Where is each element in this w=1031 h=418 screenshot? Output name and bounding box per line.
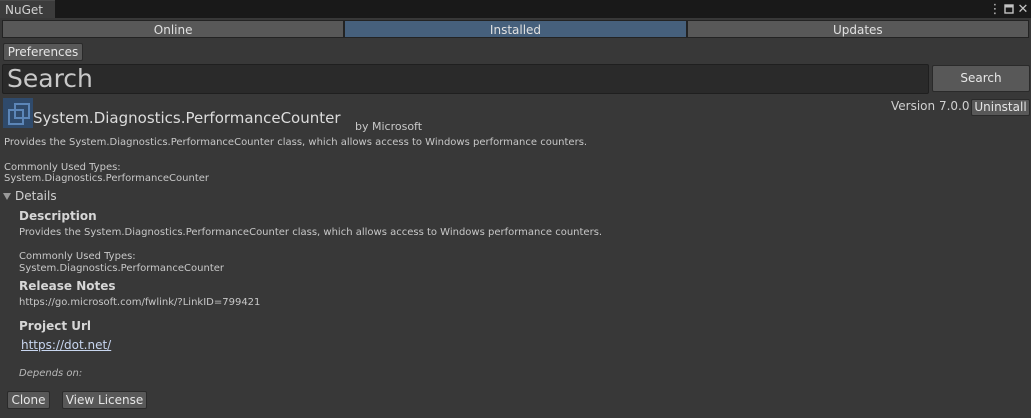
depends-on-label: Depends on: (19, 368, 83, 379)
package-tabs: Online Installed Updates (2, 20, 1029, 38)
kebab-menu-icon[interactable]: ⋮ (989, 0, 1002, 18)
details-label: Details (15, 189, 57, 203)
release-notes-url: https://go.microsoft.com/fwlink/?LinkID=… (19, 297, 261, 308)
details-types-label: Commonly Used Types: (19, 251, 136, 262)
types-value: System.Diagnostics.PerformanceCounter (4, 173, 210, 184)
description-text: Provides the System.Diagnostics.Performa… (19, 227, 603, 238)
tab-online[interactable]: Online (2, 20, 345, 38)
preferences-button[interactable]: Preferences (3, 43, 83, 61)
details-toggle[interactable]: Details (3, 189, 57, 203)
search-input[interactable]: Search (2, 64, 929, 94)
release-notes-heading: Release Notes (19, 279, 116, 293)
search-button[interactable]: Search (932, 65, 1030, 92)
project-url-link[interactable]: https://dot.net/ (21, 338, 111, 352)
package-version: Version 7.0.0 (891, 99, 970, 113)
package-name: System.Diagnostics.PerformanceCounter (33, 109, 341, 127)
clone-button[interactable]: Clone (7, 391, 50, 409)
package-icon (3, 98, 33, 128)
window-tab[interactable]: NuGet (0, 0, 55, 18)
tab-updates[interactable]: Updates (686, 20, 1029, 38)
triangle-down-icon (3, 192, 11, 200)
title-bar (0, 0, 1031, 18)
close-icon[interactable]: ✕ (1017, 0, 1029, 18)
maximize-icon[interactable] (1003, 0, 1015, 18)
uninstall-button[interactable]: Uninstall (971, 99, 1030, 116)
description-heading: Description (19, 209, 97, 223)
project-url-heading: Project Url (19, 319, 92, 333)
view-license-button[interactable]: View License (62, 391, 147, 409)
tab-installed[interactable]: Installed (344, 20, 687, 38)
package-author: by Microsoft (355, 120, 423, 133)
package-summary: Provides the System.Diagnostics.Performa… (4, 137, 588, 148)
details-types-value: System.Diagnostics.PerformanceCounter (19, 263, 225, 274)
types-label: Commonly Used Types: (4, 162, 121, 173)
window-controls: ⋮ ✕ (989, 0, 1029, 18)
